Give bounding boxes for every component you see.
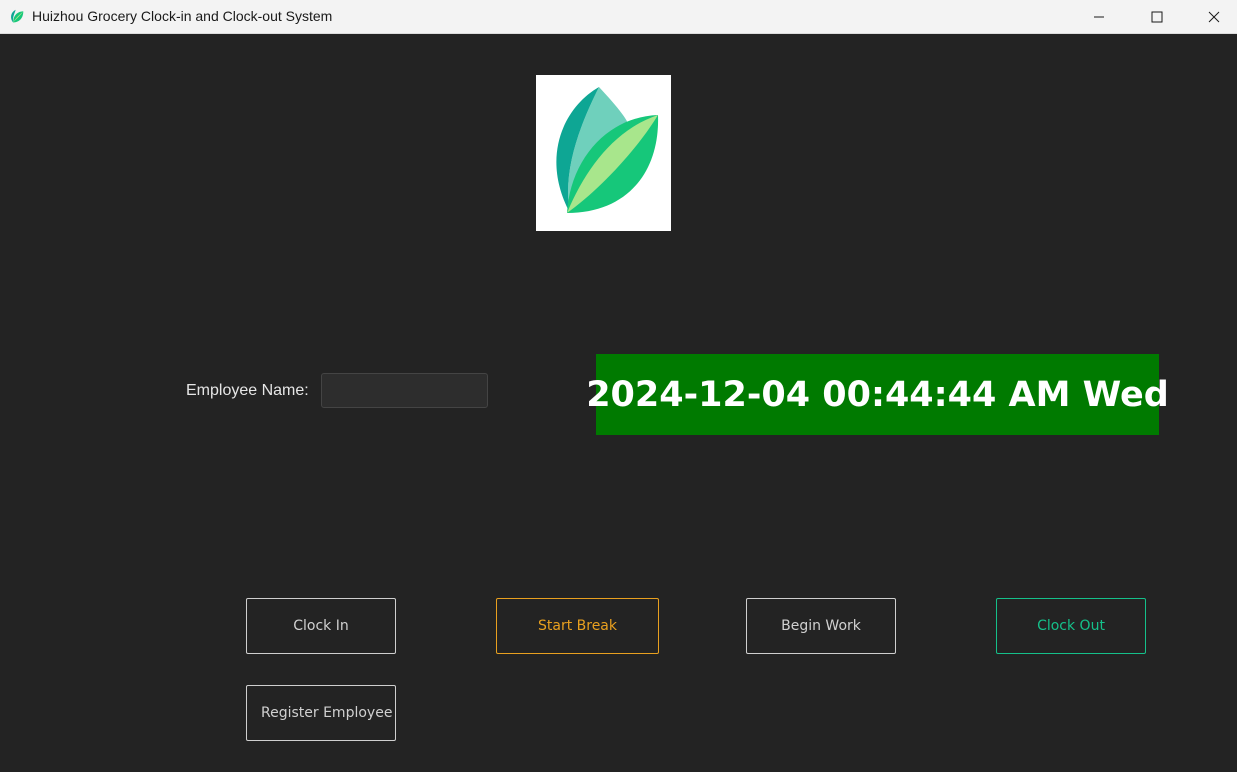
register-employee-button[interactable]: Register Employee	[246, 685, 396, 741]
leaf-logo	[556, 87, 659, 213]
minimize-icon	[1094, 16, 1104, 17]
clock-display: 2024-12-04 00:44:44 AM Wed	[586, 354, 1169, 435]
employee-name-input[interactable]	[321, 373, 488, 408]
title-bar[interactable]: Huizhou Grocery Clock-in and Clock-out S…	[0, 0, 1237, 34]
start-break-button[interactable]: Start Break	[496, 598, 659, 654]
employee-name-label: Employee Name:	[186, 382, 309, 399]
leaf-icon	[11, 9, 24, 23]
minimize-button[interactable]	[1076, 0, 1122, 33]
clock-in-button[interactable]: Clock In	[246, 598, 396, 654]
clock-out-button[interactable]: Clock Out	[996, 598, 1146, 654]
close-icon	[1208, 11, 1220, 22]
app-window: Huizhou Grocery Clock-in and Clock-out S…	[0, 0, 1237, 772]
window-title: Huizhou Grocery Clock-in and Clock-out S…	[32, 8, 333, 24]
clock-text: 2024-12-04 00:44:44 AM Wed	[586, 374, 1169, 415]
begin-work-button[interactable]: Begin Work	[746, 598, 896, 654]
maximize-button[interactable]	[1134, 0, 1180, 33]
close-button[interactable]	[1191, 0, 1237, 33]
company-logo	[536, 75, 671, 231]
maximize-icon	[1151, 11, 1163, 22]
